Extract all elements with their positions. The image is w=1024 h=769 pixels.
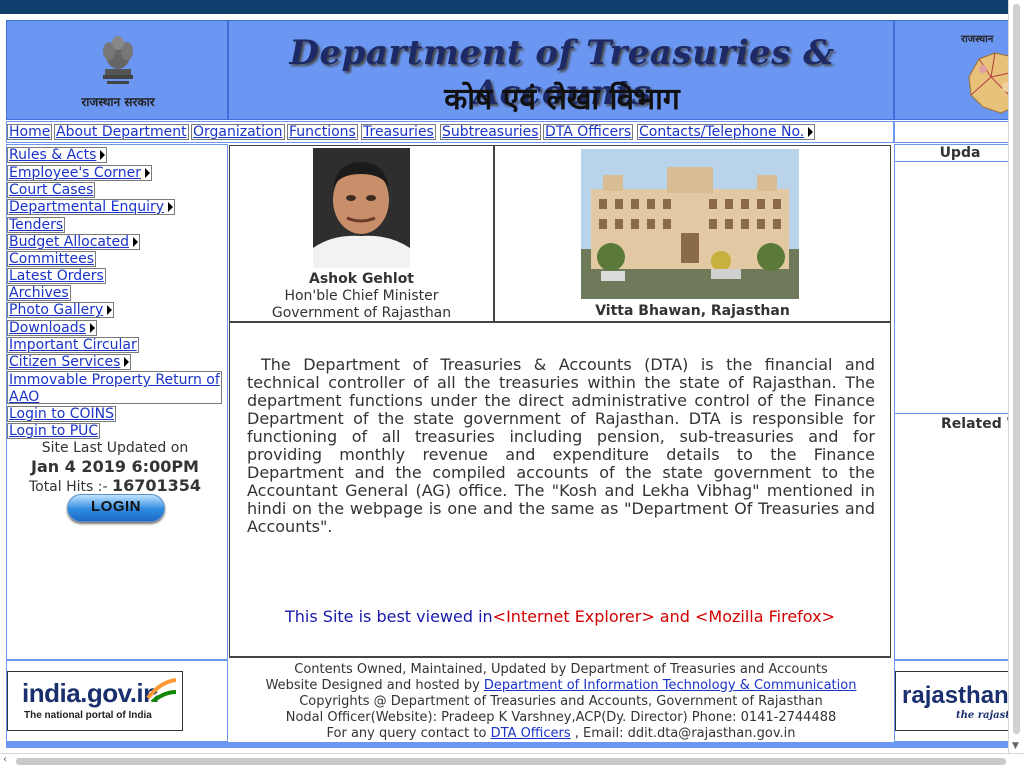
rajasthan-portal-tagline: the rajast	[956, 710, 1010, 721]
header-banner: Department of Treasuries & Accounts कोष …	[228, 20, 894, 120]
department-description: The Department of Treasuries & Accounts …	[247, 355, 875, 536]
scroll-left-arrow-icon[interactable]: ‹	[3, 754, 7, 765]
footer-line-nodal-officer: Nodal Officer(Website): Pradeep K Varshn…	[285, 710, 837, 725]
chief-minister-role: Hon'ble Chief Minister	[284, 288, 439, 304]
sidebar-item-departmental-enquiry[interactable]: Departmental Enquiry	[7, 199, 176, 215]
scroll-down-arrow-icon[interactable]: ▼	[1012, 741, 1019, 751]
right-column: Upda Related W	[894, 144, 1024, 660]
site-title-hindi: कोष एवं लेखा विभाग	[444, 82, 680, 117]
nav-treasuries[interactable]: Treasuries	[361, 124, 436, 140]
dta-officers-link[interactable]: DTA Officers	[491, 726, 571, 741]
vertical-scrollbar[interactable]: ▼	[1008, 0, 1024, 753]
submenu-arrow-icon	[107, 305, 113, 315]
doitc-link[interactable]: Department of Information Technology & C…	[484, 678, 857, 693]
description-panel: The Department of Treasuries & Accounts …	[229, 321, 891, 658]
chief-minister-name: Ashok Gehlot	[309, 271, 414, 287]
vitta-bhawan-photo	[581, 149, 799, 299]
india-gov-title: india.gov.in	[22, 678, 159, 708]
sidebar-item-important-circular[interactable]: Important Circular	[7, 337, 139, 353]
nav-dta-officers[interactable]: DTA Officers	[543, 124, 634, 140]
header-right: राजस्थान	[894, 20, 1024, 120]
state-emblem-icon	[103, 36, 133, 84]
top-bar	[0, 0, 1024, 14]
horizontal-scrollbar[interactable]: ‹	[0, 753, 1024, 769]
sidebar-item-immovable-property[interactable]: Immovable Property Return of AAO	[7, 371, 222, 405]
main-content: Ashok Gehlot Hon'ble Chief Minister Gove…	[228, 144, 894, 660]
flag-swoosh-icon	[146, 678, 177, 702]
submenu-arrow-icon	[168, 202, 174, 212]
submenu-arrow-icon	[124, 357, 130, 367]
sidebar-item-login-puc[interactable]: Login to PUC	[7, 423, 101, 439]
footer-main: Contents Owned, Maintained, Updated by D…	[228, 660, 894, 742]
top-bar-gap	[0, 14, 1024, 19]
left-sidebar: Rules & Acts Employee's Corner Court Cas…	[6, 144, 228, 660]
sidebar-item-tenders[interactable]: Tenders	[7, 217, 66, 233]
nav-about-department[interactable]: About Department	[54, 124, 189, 140]
sidebar-item-latest-orders[interactable]: Latest Orders	[7, 268, 106, 284]
header-left: राजस्थान सरकार	[6, 20, 228, 120]
building-caption: Vitta Bhawan, Rajasthan	[595, 303, 790, 319]
submenu-arrow-icon	[133, 237, 138, 247]
submenu-arrow-icon	[100, 150, 106, 160]
government-label: राजस्थान सरकार	[81, 95, 155, 109]
chief-minister-government: Government of Rajasthan	[271, 305, 452, 321]
nav-functions[interactable]: Functions	[287, 124, 358, 140]
sidebar-item-citizen-services[interactable]: Citizen Services	[7, 354, 132, 370]
chief-minister-photo	[313, 148, 410, 268]
rajasthan-portal-title: rajasthan	[902, 682, 1009, 709]
right-column-divider	[895, 413, 1024, 414]
sidebar-item-budget-allocated[interactable]: Budget Allocated	[7, 234, 140, 250]
submenu-arrow-icon	[808, 127, 814, 137]
footer-line-hosting: Website Designed and hosted by Departmen…	[228, 678, 894, 693]
map-label: राजस्थान	[961, 34, 994, 45]
total-hits: Total Hits :- 16701354	[7, 476, 223, 495]
india-gov-logo-link[interactable]: india.gov.in The national portal of Indi…	[7, 671, 183, 731]
sidebar-item-court-cases[interactable]: Court Cases	[7, 182, 96, 198]
horizontal-scroll-thumb[interactable]	[16, 758, 1006, 765]
footer-line-copyright: Copyrights @ Department of Treasuries an…	[299, 694, 823, 709]
site-updated-label: Site Last Updated on	[41, 440, 189, 456]
footer-right: rajasthan the rajast	[894, 660, 1024, 742]
sidebar-item-archives[interactable]: Archives	[7, 285, 71, 301]
sidebar-item-login-coins[interactable]: Login to COINS	[7, 406, 117, 422]
rajasthan-portal-logo-link[interactable]: rajasthan the rajast	[895, 671, 1024, 731]
top-nav: Home About Department Organization Funct…	[6, 121, 894, 143]
hosting-prefix: Website Designed and hosted by	[265, 678, 484, 693]
best-viewed-note: This Site is best viewed in<Internet Exp…	[230, 607, 890, 626]
total-hits-value: 16701354	[111, 476, 202, 495]
sidebar-item-photo-gallery[interactable]: Photo Gallery	[7, 302, 115, 318]
building-panel: Vitta Bhawan, Rajasthan	[494, 145, 891, 322]
sidebar-item-employees-corner[interactable]: Employee's Corner	[7, 165, 153, 181]
sidebar-item-rules-acts[interactable]: Rules & Acts	[7, 147, 108, 163]
nav-contacts[interactable]: Contacts/Telephone No.	[637, 124, 816, 140]
nav-right-cell	[894, 121, 1024, 143]
portrait-image-icon	[313, 148, 410, 268]
total-hits-label: Total Hits :-	[28, 479, 112, 495]
nav-organization[interactable]: Organization	[191, 124, 285, 140]
footer-line-contact: For any query contact to DTA Officers , …	[228, 726, 894, 741]
footer-line-ownership: Contents Owned, Maintained, Updated by D…	[294, 662, 828, 677]
contact-prefix: For any query contact to	[326, 726, 491, 741]
contact-email: , Email: ddit.dta@rajasthan.gov.in	[570, 726, 796, 741]
submenu-arrow-icon	[145, 168, 151, 178]
site-updated-value: Jan 4 2019 6:00PM	[31, 457, 199, 476]
india-gov-subtitle: The national portal of India	[24, 710, 152, 721]
nav-subtreasuries[interactable]: Subtreasuries	[440, 124, 541, 140]
chief-minister-panel: Ashok Gehlot Hon'ble Chief Minister Gove…	[229, 145, 494, 322]
sidebar-item-committees[interactable]: Committees	[7, 251, 97, 267]
bottom-bar	[6, 742, 1024, 748]
nav-home[interactable]: Home	[7, 124, 53, 140]
best-viewed-prefix: This Site is best viewed in	[285, 607, 493, 626]
sidebar-item-downloads[interactable]: Downloads	[7, 320, 97, 336]
footer-left: india.gov.in The national portal of Indi…	[6, 660, 228, 742]
vertical-scroll-thumb[interactable]	[1013, 4, 1020, 734]
login-button[interactable]: LOGIN	[67, 494, 165, 522]
updates-heading: Upda	[895, 145, 1024, 162]
best-viewed-browsers: <Internet Explorer> and <Mozilla Firefox…	[492, 607, 835, 626]
submenu-arrow-icon	[89, 323, 95, 333]
